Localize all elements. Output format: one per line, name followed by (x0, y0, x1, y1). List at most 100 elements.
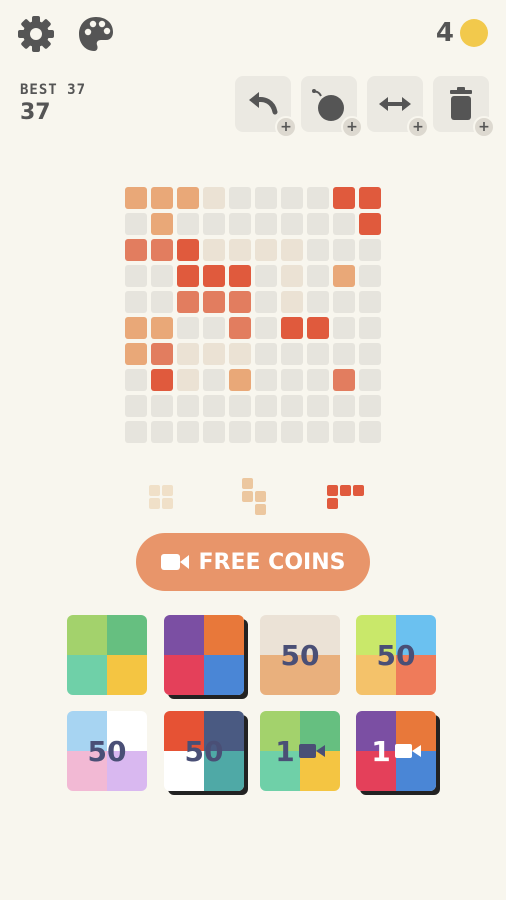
board-cell[interactable] (151, 265, 173, 287)
settings-button[interactable] (16, 14, 56, 54)
theme-tile[interactable]: 50 (356, 615, 436, 695)
board-cell[interactable] (125, 421, 147, 443)
board-cell[interactable] (255, 369, 277, 391)
board-cell[interactable] (307, 317, 329, 339)
board-cell[interactable] (307, 265, 329, 287)
theme-tile[interactable]: 50 (164, 711, 244, 791)
board-cell[interactable] (229, 291, 251, 313)
board-cell[interactable] (151, 187, 173, 209)
board-cell[interactable] (125, 343, 147, 365)
board-cell[interactable] (177, 317, 199, 339)
board-cell[interactable] (151, 369, 173, 391)
board-cell[interactable] (281, 369, 303, 391)
board-cell[interactable] (255, 265, 277, 287)
game-board[interactable] (125, 187, 382, 444)
board-cell[interactable] (333, 395, 355, 417)
board-cell[interactable] (281, 213, 303, 235)
board-cell[interactable] (359, 265, 381, 287)
board-cell[interactable] (229, 343, 251, 365)
free-coins-button[interactable]: FREE COINS (136, 533, 370, 591)
theme-tile[interactable]: 50 (67, 711, 147, 791)
board-cell[interactable] (203, 291, 225, 313)
board-cell[interactable] (203, 317, 225, 339)
board-cell[interactable] (359, 369, 381, 391)
board-cell[interactable] (307, 343, 329, 365)
theme-tile[interactable]: 50 (260, 615, 340, 695)
board-cell[interactable] (125, 395, 147, 417)
theme-tile[interactable]: 1 (356, 711, 436, 791)
board-cell[interactable] (177, 421, 199, 443)
swap-button[interactable]: + (367, 76, 429, 138)
board-cell[interactable] (177, 369, 199, 391)
board-cell[interactable] (229, 213, 251, 235)
board-cell[interactable] (307, 239, 329, 261)
board-cell[interactable] (151, 239, 173, 261)
board-cell[interactable] (359, 317, 381, 339)
board-cell[interactable] (125, 187, 147, 209)
board-cell[interactable] (307, 395, 329, 417)
board-cell[interactable] (255, 291, 277, 313)
board-cell[interactable] (255, 421, 277, 443)
board-cell[interactable] (359, 421, 381, 443)
board-cell[interactable] (203, 369, 225, 391)
board-cell[interactable] (177, 187, 199, 209)
board-cell[interactable] (125, 317, 147, 339)
board-cell[interactable] (307, 291, 329, 313)
board-cell[interactable] (255, 343, 277, 365)
board-cell[interactable] (151, 421, 173, 443)
board-cell[interactable] (333, 421, 355, 443)
board-cell[interactable] (125, 213, 147, 235)
board-cell[interactable] (333, 187, 355, 209)
board-cell[interactable] (281, 421, 303, 443)
board-cell[interactable] (307, 187, 329, 209)
board-cell[interactable] (359, 291, 381, 313)
theme-button[interactable] (76, 14, 116, 54)
board-cell[interactable] (333, 317, 355, 339)
board-cell[interactable] (255, 395, 277, 417)
board-cell[interactable] (177, 343, 199, 365)
board-cell[interactable] (203, 213, 225, 235)
board-cell[interactable] (125, 291, 147, 313)
theme-tile[interactable]: 1 (260, 711, 340, 791)
theme-tile[interactable] (67, 615, 147, 695)
board-cell[interactable] (359, 239, 381, 261)
board-cell[interactable] (281, 265, 303, 287)
board-cell[interactable] (255, 317, 277, 339)
undo-button[interactable]: + (235, 76, 297, 138)
board-cell[interactable] (255, 187, 277, 209)
board-cell[interactable] (307, 369, 329, 391)
board-cell[interactable] (359, 343, 381, 365)
board-cell[interactable] (281, 395, 303, 417)
board-cell[interactable] (125, 369, 147, 391)
board-cell[interactable] (229, 187, 251, 209)
board-cell[interactable] (359, 187, 381, 209)
board-cell[interactable] (281, 187, 303, 209)
board-cell[interactable] (229, 239, 251, 261)
board-cell[interactable] (359, 213, 381, 235)
board-cell[interactable] (203, 343, 225, 365)
board-cell[interactable] (177, 265, 199, 287)
board-cell[interactable] (307, 421, 329, 443)
board-cell[interactable] (203, 421, 225, 443)
board-cell[interactable] (229, 421, 251, 443)
board-cell[interactable] (229, 317, 251, 339)
board-cell[interactable] (255, 239, 277, 261)
bomb-button[interactable]: + (301, 76, 363, 138)
board-cell[interactable] (177, 239, 199, 261)
board-cell[interactable] (203, 239, 225, 261)
board-cell[interactable] (203, 265, 225, 287)
board-cell[interactable] (333, 213, 355, 235)
board-cell[interactable] (281, 291, 303, 313)
board-cell[interactable] (203, 187, 225, 209)
board-cell[interactable] (151, 291, 173, 313)
board-cell[interactable] (151, 213, 173, 235)
board-cell[interactable] (281, 239, 303, 261)
board-cell[interactable] (333, 369, 355, 391)
board-cell[interactable] (203, 395, 225, 417)
board-cell[interactable] (151, 343, 173, 365)
theme-tile[interactable] (164, 615, 244, 695)
board-cell[interactable] (359, 395, 381, 417)
board-cell[interactable] (333, 239, 355, 261)
trash-button[interactable]: + (433, 76, 495, 138)
board-cell[interactable] (255, 213, 277, 235)
